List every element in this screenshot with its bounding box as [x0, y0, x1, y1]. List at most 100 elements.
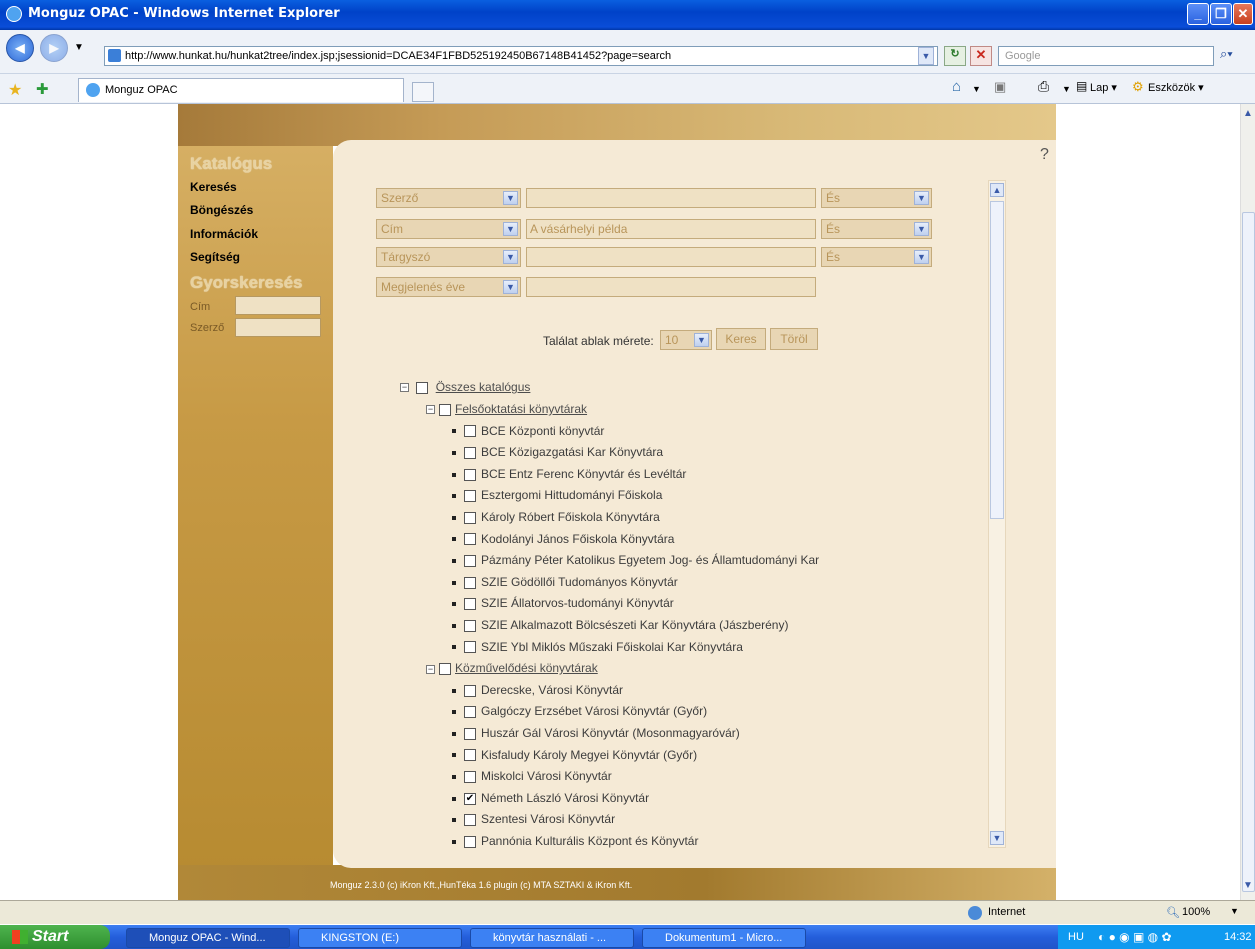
task-word-2[interactable]: Dokumentum1 - Micro... [642, 928, 806, 948]
op-select-3[interactable]: És ▼ [821, 247, 932, 267]
refresh-icon[interactable]: ↻ [944, 46, 966, 66]
new-tab-button[interactable] [412, 82, 434, 102]
checkbox[interactable] [464, 490, 476, 503]
checkbox[interactable] [464, 814, 476, 827]
checkbox[interactable] [464, 598, 476, 611]
field-select-3[interactable]: Tárgyszó ▼ [376, 247, 521, 267]
checkbox[interactable] [464, 706, 476, 719]
help-icon[interactable]: ? [1040, 146, 1049, 164]
collapse-icon[interactable]: − [400, 383, 409, 393]
sidebar-link-help[interactable]: Segítség [190, 250, 240, 264]
tools-menu[interactable]: Eszközök ▾ [1148, 81, 1204, 94]
checkbox[interactable] [464, 533, 476, 546]
tree-scrollbar[interactable]: ▲ ▼ [988, 180, 1006, 848]
address-input[interactable]: http://www.hunkat.hu/hunkat2tree/index.j… [104, 46, 938, 66]
checkbox[interactable] [464, 835, 476, 848]
history-dropdown-icon[interactable]: ▼ [74, 42, 84, 53]
checkbox[interactable] [464, 727, 476, 740]
sidebar-link-search[interactable]: Keresés [190, 180, 237, 194]
bullet-icon [452, 515, 456, 520]
checked-checkbox[interactable]: ✔ [464, 792, 476, 805]
close-button[interactable]: ✕ [1233, 3, 1253, 25]
field-select-2[interactable]: Cím ▼ [376, 219, 521, 239]
search-value-1[interactable] [526, 188, 816, 208]
bullet-icon [452, 429, 456, 434]
page-scrollbar[interactable] [1240, 104, 1255, 900]
checkbox[interactable] [439, 663, 451, 676]
checkbox[interactable] [464, 619, 476, 632]
checkbox[interactable] [464, 684, 476, 697]
tree-group: − Közművelődési könyvtárak [426, 661, 598, 675]
checkbox[interactable] [464, 749, 476, 762]
tree-scrollbar-thumb[interactable] [990, 201, 1004, 519]
search-value-3[interactable] [526, 247, 816, 267]
tree-root-link[interactable]: Összes katalógus [436, 380, 531, 394]
op-select-2[interactable]: És ▼ [821, 219, 932, 239]
result-size-select[interactable]: 10 ▼ [660, 330, 712, 350]
maximize-button[interactable]: ❐ [1210, 3, 1232, 25]
page-scroll-up-icon[interactable]: ▲ [1243, 108, 1253, 119]
language-indicator[interactable]: HU [1068, 925, 1084, 949]
page-scrollbar-thumb[interactable] [1242, 212, 1255, 892]
favorites-star-icon[interactable]: ★ [8, 80, 22, 100]
tree-group-link[interactable]: Felsőoktatási könyvtárak [455, 402, 587, 416]
checkbox[interactable] [464, 425, 476, 438]
checkbox[interactable] [464, 447, 476, 460]
field-select-1[interactable]: Szerző ▼ [376, 188, 521, 208]
address-dropdown-icon[interactable]: ▼ [918, 47, 934, 65]
collapse-icon[interactable]: − [426, 664, 435, 674]
forward-button[interactable]: ▶ [40, 34, 68, 62]
quick-title-input[interactable] [235, 296, 321, 315]
scroll-down-icon[interactable]: ▼ [990, 831, 1004, 845]
checkbox[interactable] [464, 641, 476, 654]
tools-menu-label: Eszközök [1148, 82, 1196, 94]
print-dropdown-icon[interactable]: ▼ [1062, 84, 1071, 94]
home-dropdown-icon[interactable]: ▼ [972, 84, 981, 94]
task-monguz[interactable]: Monguz OPAC - Wind... [126, 928, 290, 948]
print-icon[interactable]: ⎙ [1038, 78, 1049, 95]
scroll-up-icon[interactable]: ▲ [990, 183, 1004, 197]
tree-item: BCE Központi könyvtár [452, 424, 604, 438]
tree-item: Károly Róbert Főiskola Könyvtára [452, 510, 660, 524]
checkbox[interactable] [416, 381, 429, 394]
clear-button[interactable]: Töröl [770, 328, 818, 350]
checkbox[interactable] [464, 576, 476, 589]
checkbox[interactable] [464, 771, 476, 784]
stop-icon[interactable]: ✕ [970, 46, 992, 66]
search-input[interactable]: Google [998, 46, 1214, 66]
search-value-4[interactable] [526, 277, 816, 297]
sidebar-link-browse[interactable]: Böngészés [190, 203, 253, 217]
checkbox[interactable] [464, 511, 476, 524]
quick-author-label: Szerző [190, 322, 225, 334]
home-icon[interactable]: ⌂ [952, 78, 961, 95]
page-menu[interactable]: Lap ▾ [1090, 81, 1117, 94]
task-kingston[interactable]: KINGSTON (E:) [298, 928, 462, 948]
quick-author-input[interactable] [235, 318, 321, 337]
search-icon[interactable]: ⌕▾ [1220, 46, 1250, 66]
tree-group-link[interactable]: Közművelődési könyvtárak [455, 661, 598, 675]
sidebar-link-info[interactable]: Információk [190, 227, 258, 241]
checkbox[interactable] [464, 468, 476, 481]
search-value-2[interactable]: A vásárhelyi példa [526, 219, 816, 239]
tree-item-label: Huszár Gál Városi Könyvtár (Mosonmagyaró… [481, 726, 740, 740]
feeds-icon[interactable]: ▣ [994, 79, 1006, 95]
back-button[interactable]: ◀ [6, 34, 34, 62]
chevron-down-icon: ▼ [694, 333, 709, 347]
zoom-level[interactable]: 100% [1182, 906, 1210, 918]
page-scroll-down-icon[interactable]: ▼ [1243, 880, 1253, 891]
minimize-button[interactable]: _ [1187, 3, 1209, 25]
sidebar-background [178, 104, 333, 900]
search-button[interactable]: Keres [716, 328, 766, 350]
add-favorites-icon[interactable]: ✚ [36, 80, 49, 98]
bullet-icon [452, 775, 456, 780]
checkbox[interactable] [464, 555, 476, 568]
task-monguz-label: Monguz OPAC - Wind... [149, 932, 266, 944]
tab-monguz-opac[interactable]: Monguz OPAC [78, 78, 404, 102]
tray-icons[interactable]: ◐ ● ◉ ▣ ◍ ✿ [1098, 925, 1172, 949]
op-select-1[interactable]: És ▼ [821, 188, 932, 208]
collapse-icon[interactable]: − [426, 405, 435, 415]
task-word-1[interactable]: könyvtár használati - ... [470, 928, 634, 948]
field-select-4[interactable]: Megjelenés éve ▼ [376, 277, 521, 297]
zoom-dropdown-icon[interactable]: ▼ [1230, 906, 1239, 916]
checkbox[interactable] [439, 403, 451, 416]
